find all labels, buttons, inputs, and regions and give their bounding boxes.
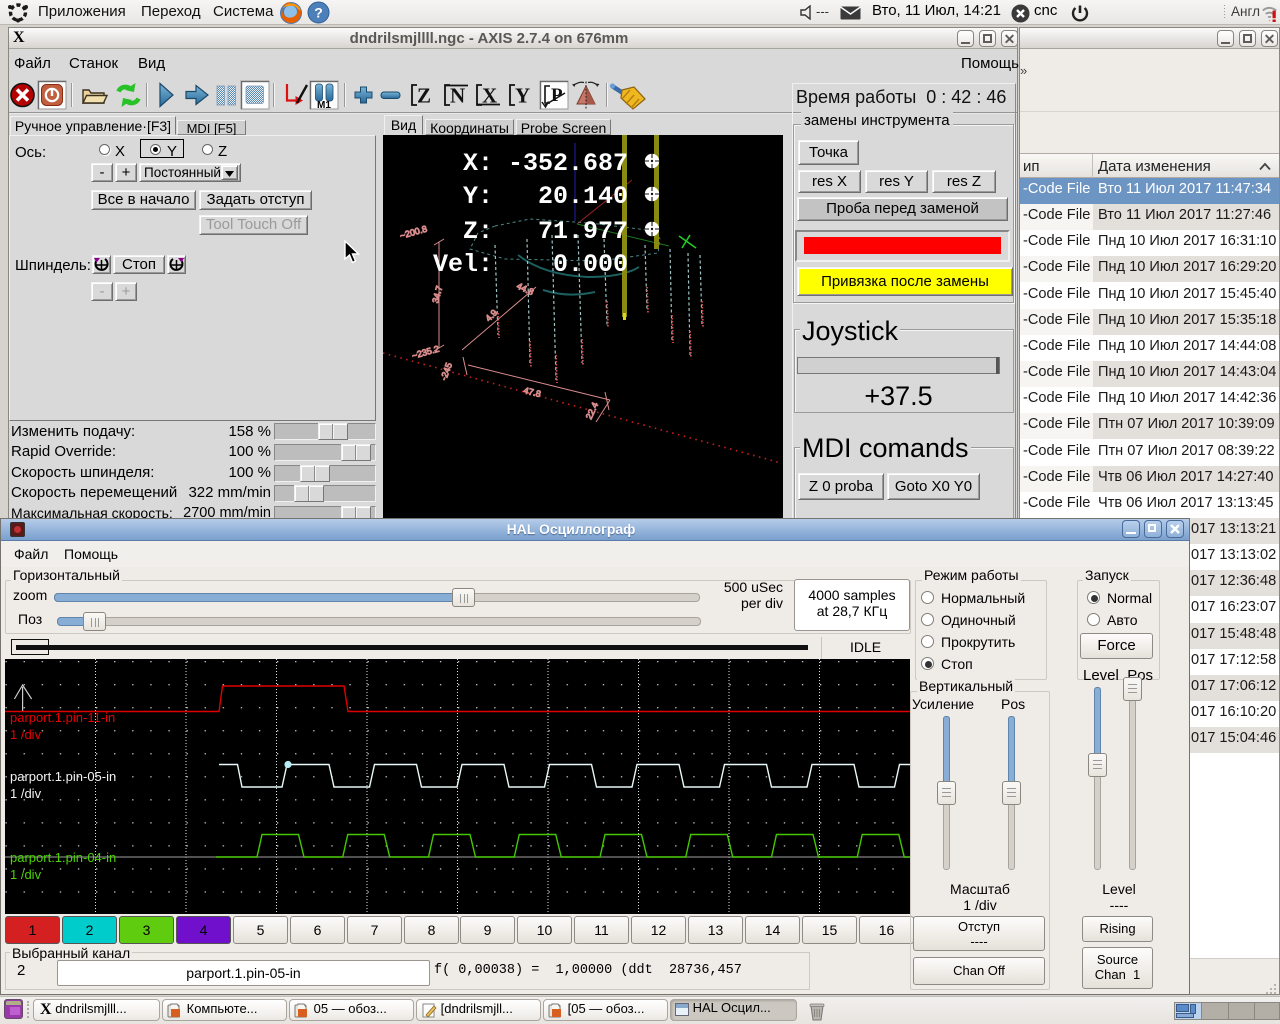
svg-text:X: -352.687: X: -352.687: [433, 149, 628, 178]
svg-text:~235.2: ~235.2: [411, 344, 440, 361]
svg-text:?: ?: [314, 5, 323, 21]
svg-text:Z: Z: [417, 84, 431, 108]
svg-text:34.7: 34.7: [430, 285, 444, 305]
svg-text:-245: -245: [438, 361, 454, 381]
svg-text:Z: 71.977: Z: 71.977: [433, 217, 628, 246]
svg-text:M1: M1: [317, 100, 331, 111]
svg-text:22.4: 22.4: [584, 401, 600, 421]
svg-text:Y: 20.140: Y: 20.140: [433, 182, 628, 211]
svg-text:47.8: 47.8: [523, 385, 542, 399]
svg-text:~200.8: ~200.8: [399, 224, 428, 241]
svg-text:44.8: 44.8: [515, 281, 535, 297]
svg-text:Vel: 0.000: Vel: 0.000: [433, 250, 628, 279]
svg-text:Y: Y: [515, 84, 530, 108]
svg-text:N: N: [450, 84, 465, 108]
svg-text:4.9: 4.9: [483, 307, 499, 323]
